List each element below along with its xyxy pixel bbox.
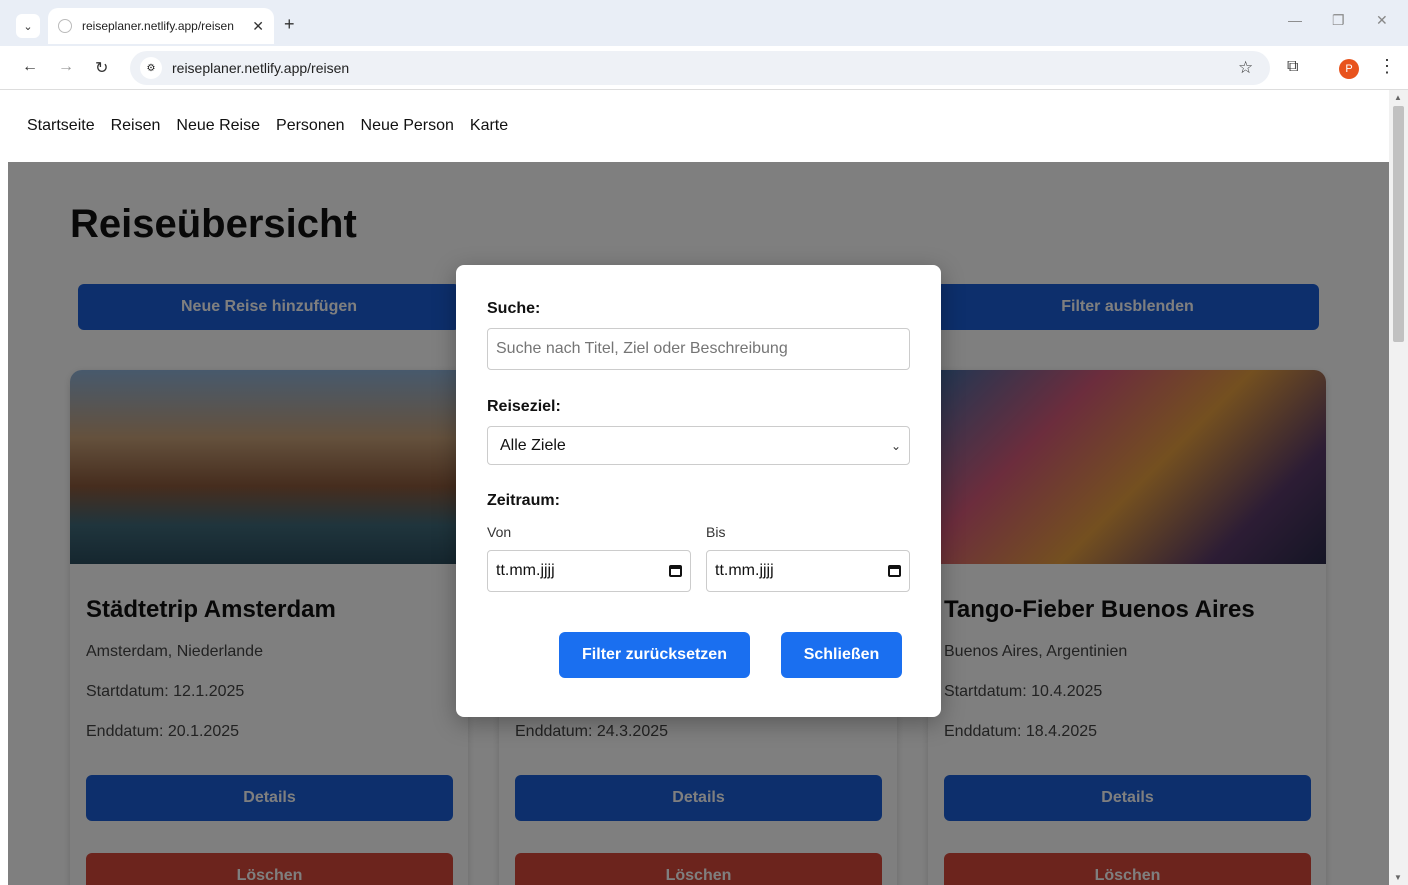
destination-selected-value: Alle Ziele [500, 436, 566, 454]
to-date-value: tt.mm.jjjj [715, 562, 774, 579]
url-field[interactable]: ⚙ reiseplaner.netlify.app/reisen [130, 51, 1270, 85]
new-tab-button[interactable]: + [284, 14, 295, 35]
nav-reisen[interactable]: Reisen [111, 117, 161, 135]
reset-filter-button[interactable]: Filter zurücksetzen [559, 632, 750, 678]
url-text: reiseplaner.netlify.app/reisen [172, 60, 350, 76]
filter-modal: Suche: Suche nach Titel, Ziel oder Besch… [456, 265, 941, 717]
to-label: Bis [706, 524, 726, 540]
minimize-icon[interactable]: — [1288, 12, 1302, 28]
nav-personen[interactable]: Personen [276, 117, 345, 135]
scroll-up-icon[interactable]: ▲ [1394, 93, 1402, 102]
search-label: Suche: [487, 300, 541, 317]
bookmark-star-icon[interactable]: ☆ [1238, 58, 1253, 78]
nav-karte[interactable]: Karte [470, 117, 508, 135]
calendar-icon[interactable] [669, 565, 682, 577]
scrollbar-thumb[interactable] [1393, 106, 1404, 342]
restore-icon[interactable]: ❐ [1332, 12, 1345, 29]
to-date-input[interactable]: tt.mm.jjjj [706, 550, 910, 592]
extensions-icon[interactable]: ⧉ [1287, 58, 1298, 76]
nav-neue-reise[interactable]: Neue Reise [176, 117, 260, 135]
from-label: Von [487, 524, 512, 540]
from-date-value: tt.mm.jjjj [496, 562, 555, 579]
calendar-icon[interactable] [888, 565, 901, 577]
scroll-down-icon[interactable]: ▼ [1394, 873, 1402, 882]
back-icon[interactable]: ← [22, 58, 38, 76]
search-input[interactable]: Suche nach Titel, Ziel oder Beschreibung [487, 328, 910, 370]
reload-icon[interactable]: ↻ [95, 58, 108, 78]
destination-select[interactable]: Alle Ziele ⌄ [487, 426, 910, 465]
browser-tab-strip: ⌄ reiseplaner.netlify.app/reisen ✕ + — ❐… [0, 0, 1408, 46]
page-scrollbar[interactable]: ▲ ▼ [1389, 90, 1408, 885]
forward-icon[interactable]: → [58, 58, 74, 76]
close-modal-button[interactable]: Schließen [781, 632, 902, 678]
favicon-icon [58, 19, 72, 33]
destination-label: Reiseziel: [487, 398, 561, 415]
nav-startseite[interactable]: Startseite [27, 117, 95, 135]
period-label: Zeitraum: [487, 492, 560, 509]
address-bar-row: ← → ↻ ⚙ reiseplaner.netlify.app/reisen ☆… [0, 46, 1408, 90]
main-content: Reiseübersicht Neue Reise hinzufügen Fil… [8, 162, 1389, 885]
tab-close-icon[interactable]: ✕ [252, 18, 264, 35]
from-date-input[interactable]: tt.mm.jjjj [487, 550, 691, 592]
chevron-down-icon: ⌄ [890, 438, 901, 453]
search-placeholder: Suche nach Titel, Ziel oder Beschreibung [496, 340, 788, 357]
site-info-icon[interactable]: ⚙ [140, 57, 162, 79]
site-navigation: Startseite Reisen Neue Reise Personen Ne… [8, 90, 1389, 162]
web-page: Startseite Reisen Neue Reise Personen Ne… [8, 90, 1389, 885]
tab-title: reiseplaner.netlify.app/reisen [82, 19, 234, 33]
nav-neue-person[interactable]: Neue Person [361, 117, 454, 135]
browser-menu-icon[interactable]: ⋮ [1378, 56, 1396, 77]
browser-tab[interactable]: reiseplaner.netlify.app/reisen ✕ [48, 8, 274, 44]
close-window-icon[interactable]: ✕ [1376, 12, 1388, 29]
profile-avatar[interactable]: P [1339, 59, 1359, 79]
tab-search-dropdown-icon[interactable]: ⌄ [16, 14, 40, 38]
